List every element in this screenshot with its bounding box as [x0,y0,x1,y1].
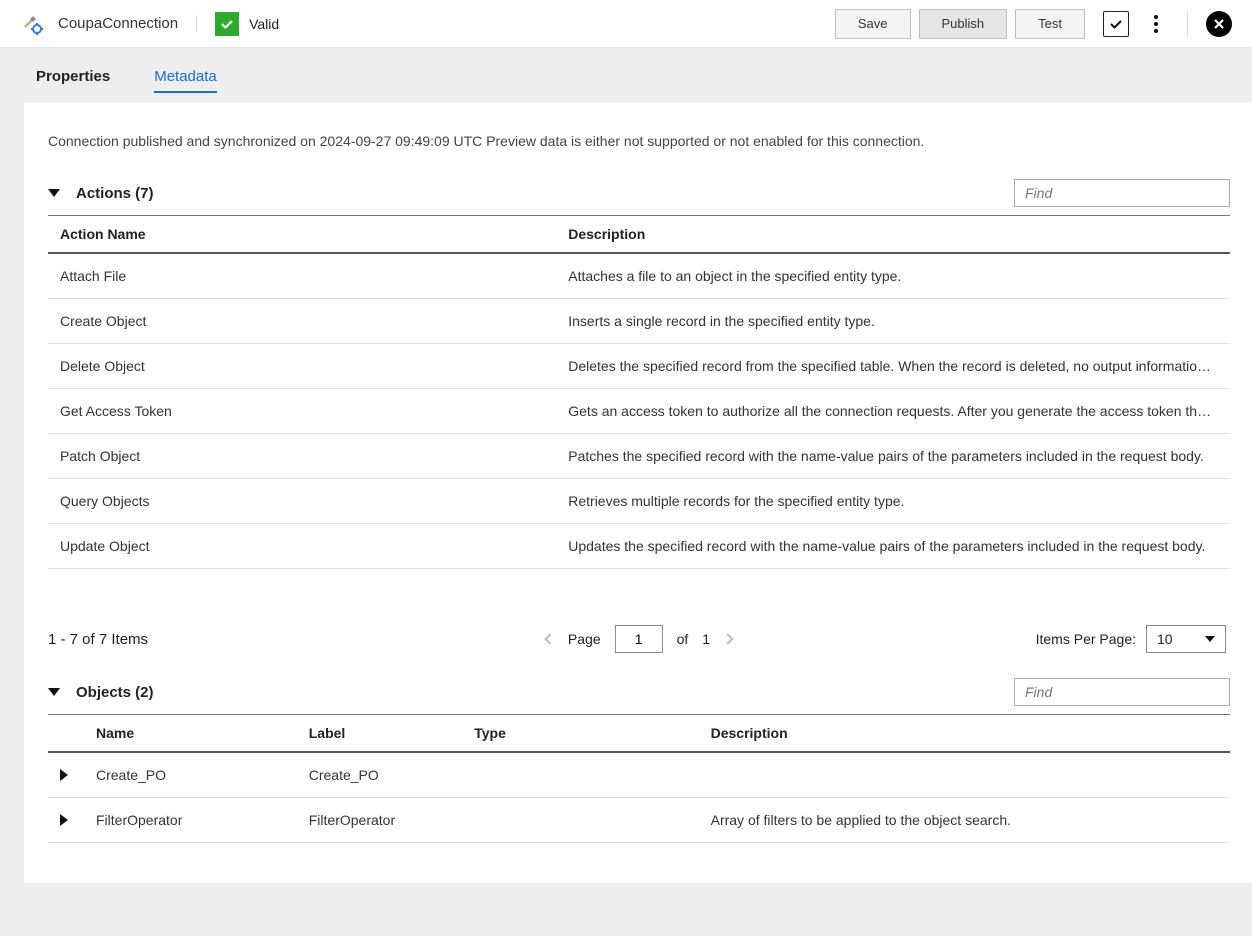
pager-ipp-select[interactable]: 10 [1146,625,1226,653]
chevron-right-icon [60,769,68,781]
object-label-cell: FilterOperator [297,798,462,843]
col-object-description[interactable]: Description [699,715,1230,753]
row-expand[interactable] [48,798,84,843]
sync-status-text: Connection published and synchronized on… [48,133,1230,149]
table-row[interactable]: Create_POCreate_PO [48,752,1230,798]
validation-label: Valid [249,16,279,32]
pager-page-label: Page [568,631,601,647]
objects-table: Name Label Type Description Create_POCre… [48,714,1230,843]
actions-section-header: Actions (7) [48,179,1230,207]
object-desc-cell: Array of filters to be applied to the ob… [699,798,1230,843]
pager-next[interactable] [722,633,733,644]
action-name-cell: Patch Object [48,434,556,479]
test-button[interactable]: Test [1015,9,1085,39]
action-desc-cell: Updates the specified record with the na… [556,524,1230,569]
col-action-description[interactable]: Description [556,216,1230,254]
object-name-cell: Create_PO [84,752,297,798]
pager-ipp-value: 10 [1157,631,1173,647]
action-name-cell: Query Objects [48,479,556,524]
pager-prev[interactable] [544,633,555,644]
action-desc-cell: Inserts a single record in the specified… [556,299,1230,344]
object-type-cell [462,798,698,843]
actions-find-input[interactable] [1014,179,1230,207]
connection-icon [20,12,44,36]
pager-count: 1 - 7 of 7 Items [48,631,148,648]
table-row[interactable]: Create ObjectInserts a single record in … [48,299,1230,344]
objects-section-header: Objects (2) [48,678,1230,706]
object-label-cell: Create_PO [297,752,462,798]
table-row[interactable]: Attach FileAttaches a file to an object … [48,253,1230,299]
objects-find-input[interactable] [1014,678,1230,706]
table-row[interactable]: Query ObjectsRetrieves multiple records … [48,479,1230,524]
pager-ipp-label: Items Per Page: [1036,631,1136,647]
action-desc-cell: Gets an access token to authorize all th… [556,389,1230,434]
actions-table: Action Name Description Attach FileAttac… [48,215,1230,569]
action-name-cell: Get Access Token [48,389,556,434]
pager-total-pages: 1 [702,631,710,647]
col-object-label[interactable]: Label [297,715,462,753]
action-desc-cell: Attaches a file to an object in the spec… [556,253,1230,299]
object-type-cell [462,752,698,798]
actions-pager: 1 - 7 of 7 Items Page of 1 Items Per Pag… [48,624,1230,654]
connection-title: CoupaConnection [58,15,197,32]
validation-status: Valid [215,12,279,36]
action-desc-cell: Patches the specified record with the na… [556,434,1230,479]
chevron-down-icon [1205,636,1215,642]
header-divider [1187,10,1188,38]
action-name-cell: Attach File [48,253,556,299]
tab-metadata[interactable]: Metadata [154,68,217,93]
object-desc-cell [699,752,1230,798]
table-row[interactable]: Delete ObjectDeletes the specified recor… [48,344,1230,389]
action-name-cell: Update Object [48,524,556,569]
actions-title: Actions (7) [76,185,154,202]
actions-collapse-toggle[interactable] [48,189,60,197]
validate-icon[interactable] [1103,11,1129,37]
header-bar: CoupaConnection Valid Save Publish Test [0,0,1252,48]
tab-properties[interactable]: Properties [36,68,110,93]
tab-bar: Properties Metadata [0,48,1252,103]
row-expand[interactable] [48,752,84,798]
objects-title: Objects (2) [76,684,154,701]
table-row[interactable]: FilterOperatorFilterOperator Array of fil… [48,798,1230,843]
objects-collapse-toggle[interactable] [48,688,60,696]
col-object-name[interactable]: Name [84,715,297,753]
action-name-cell: Create Object [48,299,556,344]
object-name-cell: FilterOperator [84,798,297,843]
chevron-right-icon [60,814,68,826]
table-row[interactable]: Patch ObjectPatches the specified record… [48,434,1230,479]
col-action-name[interactable]: Action Name [48,216,556,254]
table-row[interactable]: Update ObjectUpdates the specified recor… [48,524,1230,569]
pager-of-label: of [677,631,689,647]
action-name-cell: Delete Object [48,344,556,389]
action-desc-cell: Retrieves multiple records for the speci… [556,479,1230,524]
save-button[interactable]: Save [835,9,911,39]
action-desc-cell: Deletes the specified record from the sp… [556,344,1230,389]
metadata-panel: Connection published and synchronized on… [24,103,1252,883]
more-menu-icon[interactable] [1143,15,1169,33]
check-icon [215,12,239,36]
col-expand [48,715,84,753]
close-icon[interactable] [1206,11,1232,37]
publish-button[interactable]: Publish [919,9,1008,39]
pager-page-input[interactable] [615,625,663,653]
col-object-type[interactable]: Type [462,715,698,753]
table-row[interactable]: Get Access TokenGets an access token to … [48,389,1230,434]
